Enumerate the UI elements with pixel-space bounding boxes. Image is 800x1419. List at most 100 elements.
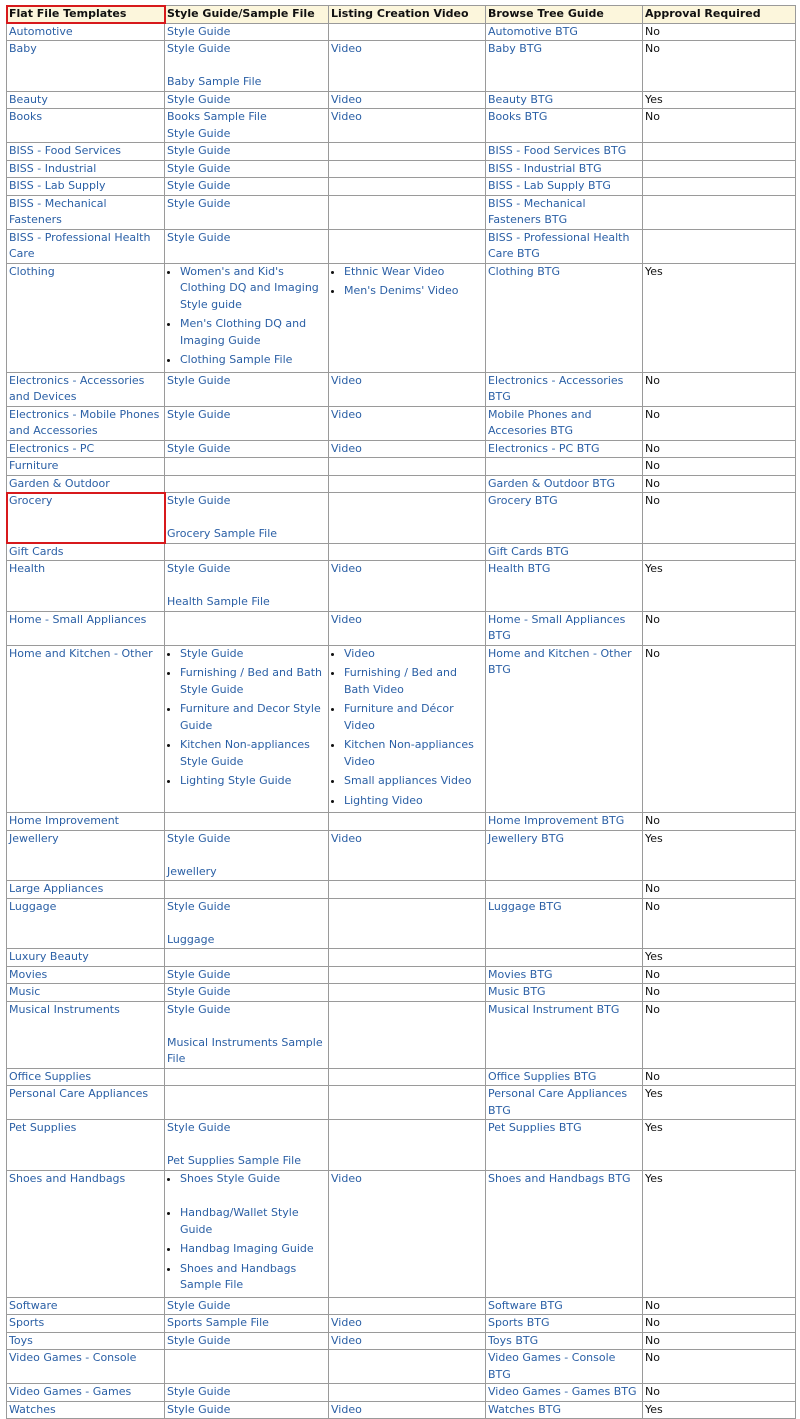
category-link-biss-lab-supply[interactable]: BISS - Lab Supply: [9, 179, 106, 192]
category-link-movies[interactable]: Movies: [9, 968, 47, 981]
btg-link[interactable]: BISS - Food Services BTG: [488, 144, 626, 157]
category-link-toys[interactable]: Toys: [9, 1334, 33, 1347]
btg-link[interactable]: Pet Supplies BTG: [488, 1121, 582, 1134]
btg-link[interactable]: BISS - Industrial BTG: [488, 162, 602, 175]
btg-link[interactable]: Home - Small Appliances BTG: [488, 613, 625, 643]
btg-link[interactable]: Gift Cards BTG: [488, 545, 569, 558]
style-link[interactable]: Clothing Sample File: [180, 353, 292, 366]
style-link[interactable]: Handbag Imaging Guide: [180, 1242, 314, 1255]
btg-link[interactable]: Garden & Outdoor BTG: [488, 477, 615, 490]
video-link[interactable]: Video: [331, 1315, 483, 1332]
style-link[interactable]: Women's and Kid's Clothing DQ and Imagin…: [180, 265, 319, 311]
style-link[interactable]: Style Guide: [167, 1002, 326, 1019]
btg-link[interactable]: BISS - Professional Health Care BTG: [488, 231, 629, 261]
btg-link[interactable]: Home Improvement BTG: [488, 814, 624, 827]
style-link[interactable]: Style Guide: [167, 126, 326, 143]
category-link-gift-cards[interactable]: Gift Cards: [9, 545, 64, 558]
btg-link[interactable]: Video Games - Console BTG: [488, 1351, 615, 1381]
category-link-grocery[interactable]: Grocery: [9, 494, 52, 507]
video-link[interactable]: Video: [331, 1402, 483, 1419]
btg-link[interactable]: Watches BTG: [488, 1403, 561, 1416]
style-link[interactable]: Style Guide: [167, 178, 326, 195]
btg-link[interactable]: BISS - Lab Supply BTG: [488, 179, 611, 192]
btg-link[interactable]: Baby BTG: [488, 42, 542, 55]
style-link[interactable]: Sports Sample File: [167, 1315, 326, 1332]
video-link[interactable]: Video: [331, 612, 483, 629]
btg-link[interactable]: Grocery BTG: [488, 494, 558, 507]
style-link[interactable]: Pet Supplies Sample File: [167, 1153, 326, 1170]
style-link[interactable]: Style Guide: [167, 41, 326, 58]
category-link-beauty[interactable]: Beauty: [9, 93, 48, 106]
category-link-luggage[interactable]: Luggage: [9, 900, 56, 913]
btg-link[interactable]: Video Games - Games BTG: [488, 1385, 637, 1398]
category-link-video-games-console[interactable]: Video Games - Console: [9, 1351, 136, 1364]
category-link-home-small-appliances[interactable]: Home - Small Appliances: [9, 613, 146, 626]
video-link[interactable]: Video: [344, 647, 375, 660]
style-link[interactable]: Style Guide: [167, 967, 326, 984]
video-link[interactable]: Furnishing / Bed and Bath Video: [344, 666, 457, 696]
style-link[interactable]: Style Guide: [167, 899, 326, 916]
style-link[interactable]: Shoes and Handbags Sample File: [180, 1262, 296, 1292]
btg-link[interactable]: Shoes and Handbags BTG: [488, 1172, 631, 1185]
style-link[interactable]: Kitchen Non-appliances Style Guide: [180, 738, 310, 768]
style-link[interactable]: Men's Clothing DQ and Imaging Guide: [180, 317, 306, 347]
category-link-biss-professional-health-care[interactable]: BISS - Professional Health Care: [9, 231, 150, 261]
video-link[interactable]: Video: [331, 109, 483, 126]
btg-link[interactable]: Beauty BTG: [488, 93, 553, 106]
btg-link[interactable]: Electronics - PC BTG: [488, 442, 600, 455]
style-link[interactable]: Musical Instruments Sample File: [167, 1035, 326, 1068]
category-link-automotive[interactable]: Automotive: [9, 25, 73, 38]
style-link[interactable]: Style Guide: [167, 161, 326, 178]
category-link-watches[interactable]: Watches: [9, 1403, 56, 1416]
video-link[interactable]: Furniture and Décor Video: [344, 702, 454, 732]
style-link[interactable]: Jewellery: [167, 864, 326, 881]
video-link[interactable]: Video: [331, 41, 483, 58]
style-link[interactable]: Style Guide: [167, 1120, 326, 1137]
style-link[interactable]: Style Guide: [167, 1333, 326, 1350]
category-link-musical-instruments[interactable]: Musical Instruments: [9, 1003, 120, 1016]
style-link[interactable]: Style Guide: [167, 984, 326, 1001]
style-link[interactable]: Health Sample File: [167, 594, 326, 611]
btg-link[interactable]: Movies BTG: [488, 968, 553, 981]
style-link[interactable]: Books Sample File: [167, 109, 326, 126]
video-link[interactable]: Men's Denims' Video: [344, 284, 459, 297]
btg-link[interactable]: Clothing BTG: [488, 265, 560, 278]
category-link-pet-supplies[interactable]: Pet Supplies: [9, 1121, 76, 1134]
style-link[interactable]: Style Guide: [167, 230, 326, 247]
category-link-garden-outdoor[interactable]: Garden & Outdoor: [9, 477, 110, 490]
style-link[interactable]: Furnishing / Bed and Bath Style Guide: [180, 666, 322, 696]
video-link[interactable]: Video: [331, 407, 483, 424]
video-link[interactable]: Video: [331, 561, 483, 578]
category-link-electronics-mobile-phones-and-accessories[interactable]: Electronics - Mobile Phones and Accessor…: [9, 408, 159, 438]
category-link-biss-food-services[interactable]: BISS - Food Services: [9, 144, 121, 157]
category-link-shoes-and-handbags[interactable]: Shoes and Handbags: [9, 1172, 125, 1185]
category-link-books[interactable]: Books: [9, 110, 42, 123]
btg-link[interactable]: Sports BTG: [488, 1316, 550, 1329]
style-link[interactable]: Style Guide: [167, 1298, 326, 1315]
style-link[interactable]: Style Guide: [167, 561, 326, 578]
btg-link[interactable]: Mobile Phones and Accesories BTG: [488, 408, 592, 438]
category-link-electronics-accessories-and-devices[interactable]: Electronics - Accessories and Devices: [9, 374, 144, 404]
btg-link[interactable]: Software BTG: [488, 1299, 563, 1312]
btg-link[interactable]: Books BTG: [488, 110, 547, 123]
btg-link[interactable]: Electronics - Accessories BTG: [488, 374, 623, 404]
btg-link[interactable]: Office Supplies BTG: [488, 1070, 596, 1083]
category-link-biss-industrial[interactable]: BISS - Industrial: [9, 162, 96, 175]
category-link-luxury-beauty[interactable]: Luxury Beauty: [9, 950, 89, 963]
style-link[interactable]: Style Guide: [167, 407, 326, 424]
video-link[interactable]: Kitchen Non-appliances Video: [344, 738, 474, 768]
style-link[interactable]: Luggage: [167, 932, 326, 949]
btg-link[interactable]: Music BTG: [488, 985, 546, 998]
video-link[interactable]: Video: [331, 1171, 483, 1188]
btg-link[interactable]: Toys BTG: [488, 1334, 538, 1347]
style-link[interactable]: Handbag/Wallet Style Guide: [180, 1206, 299, 1236]
category-link-furniture[interactable]: Furniture: [9, 459, 58, 472]
btg-link[interactable]: BISS - Mechanical Fasteners BTG: [488, 197, 586, 227]
btg-link[interactable]: Musical Instrument BTG: [488, 1003, 619, 1016]
style-link[interactable]: Style Guide: [167, 493, 326, 510]
style-link[interactable]: Style Guide: [167, 24, 326, 41]
style-link[interactable]: Style Guide: [167, 1384, 326, 1401]
category-link-large-appliances[interactable]: Large Appliances: [9, 882, 103, 895]
category-link-home-and-kitchen-other[interactable]: Home and Kitchen - Other: [9, 647, 153, 660]
category-link-music[interactable]: Music: [9, 985, 40, 998]
